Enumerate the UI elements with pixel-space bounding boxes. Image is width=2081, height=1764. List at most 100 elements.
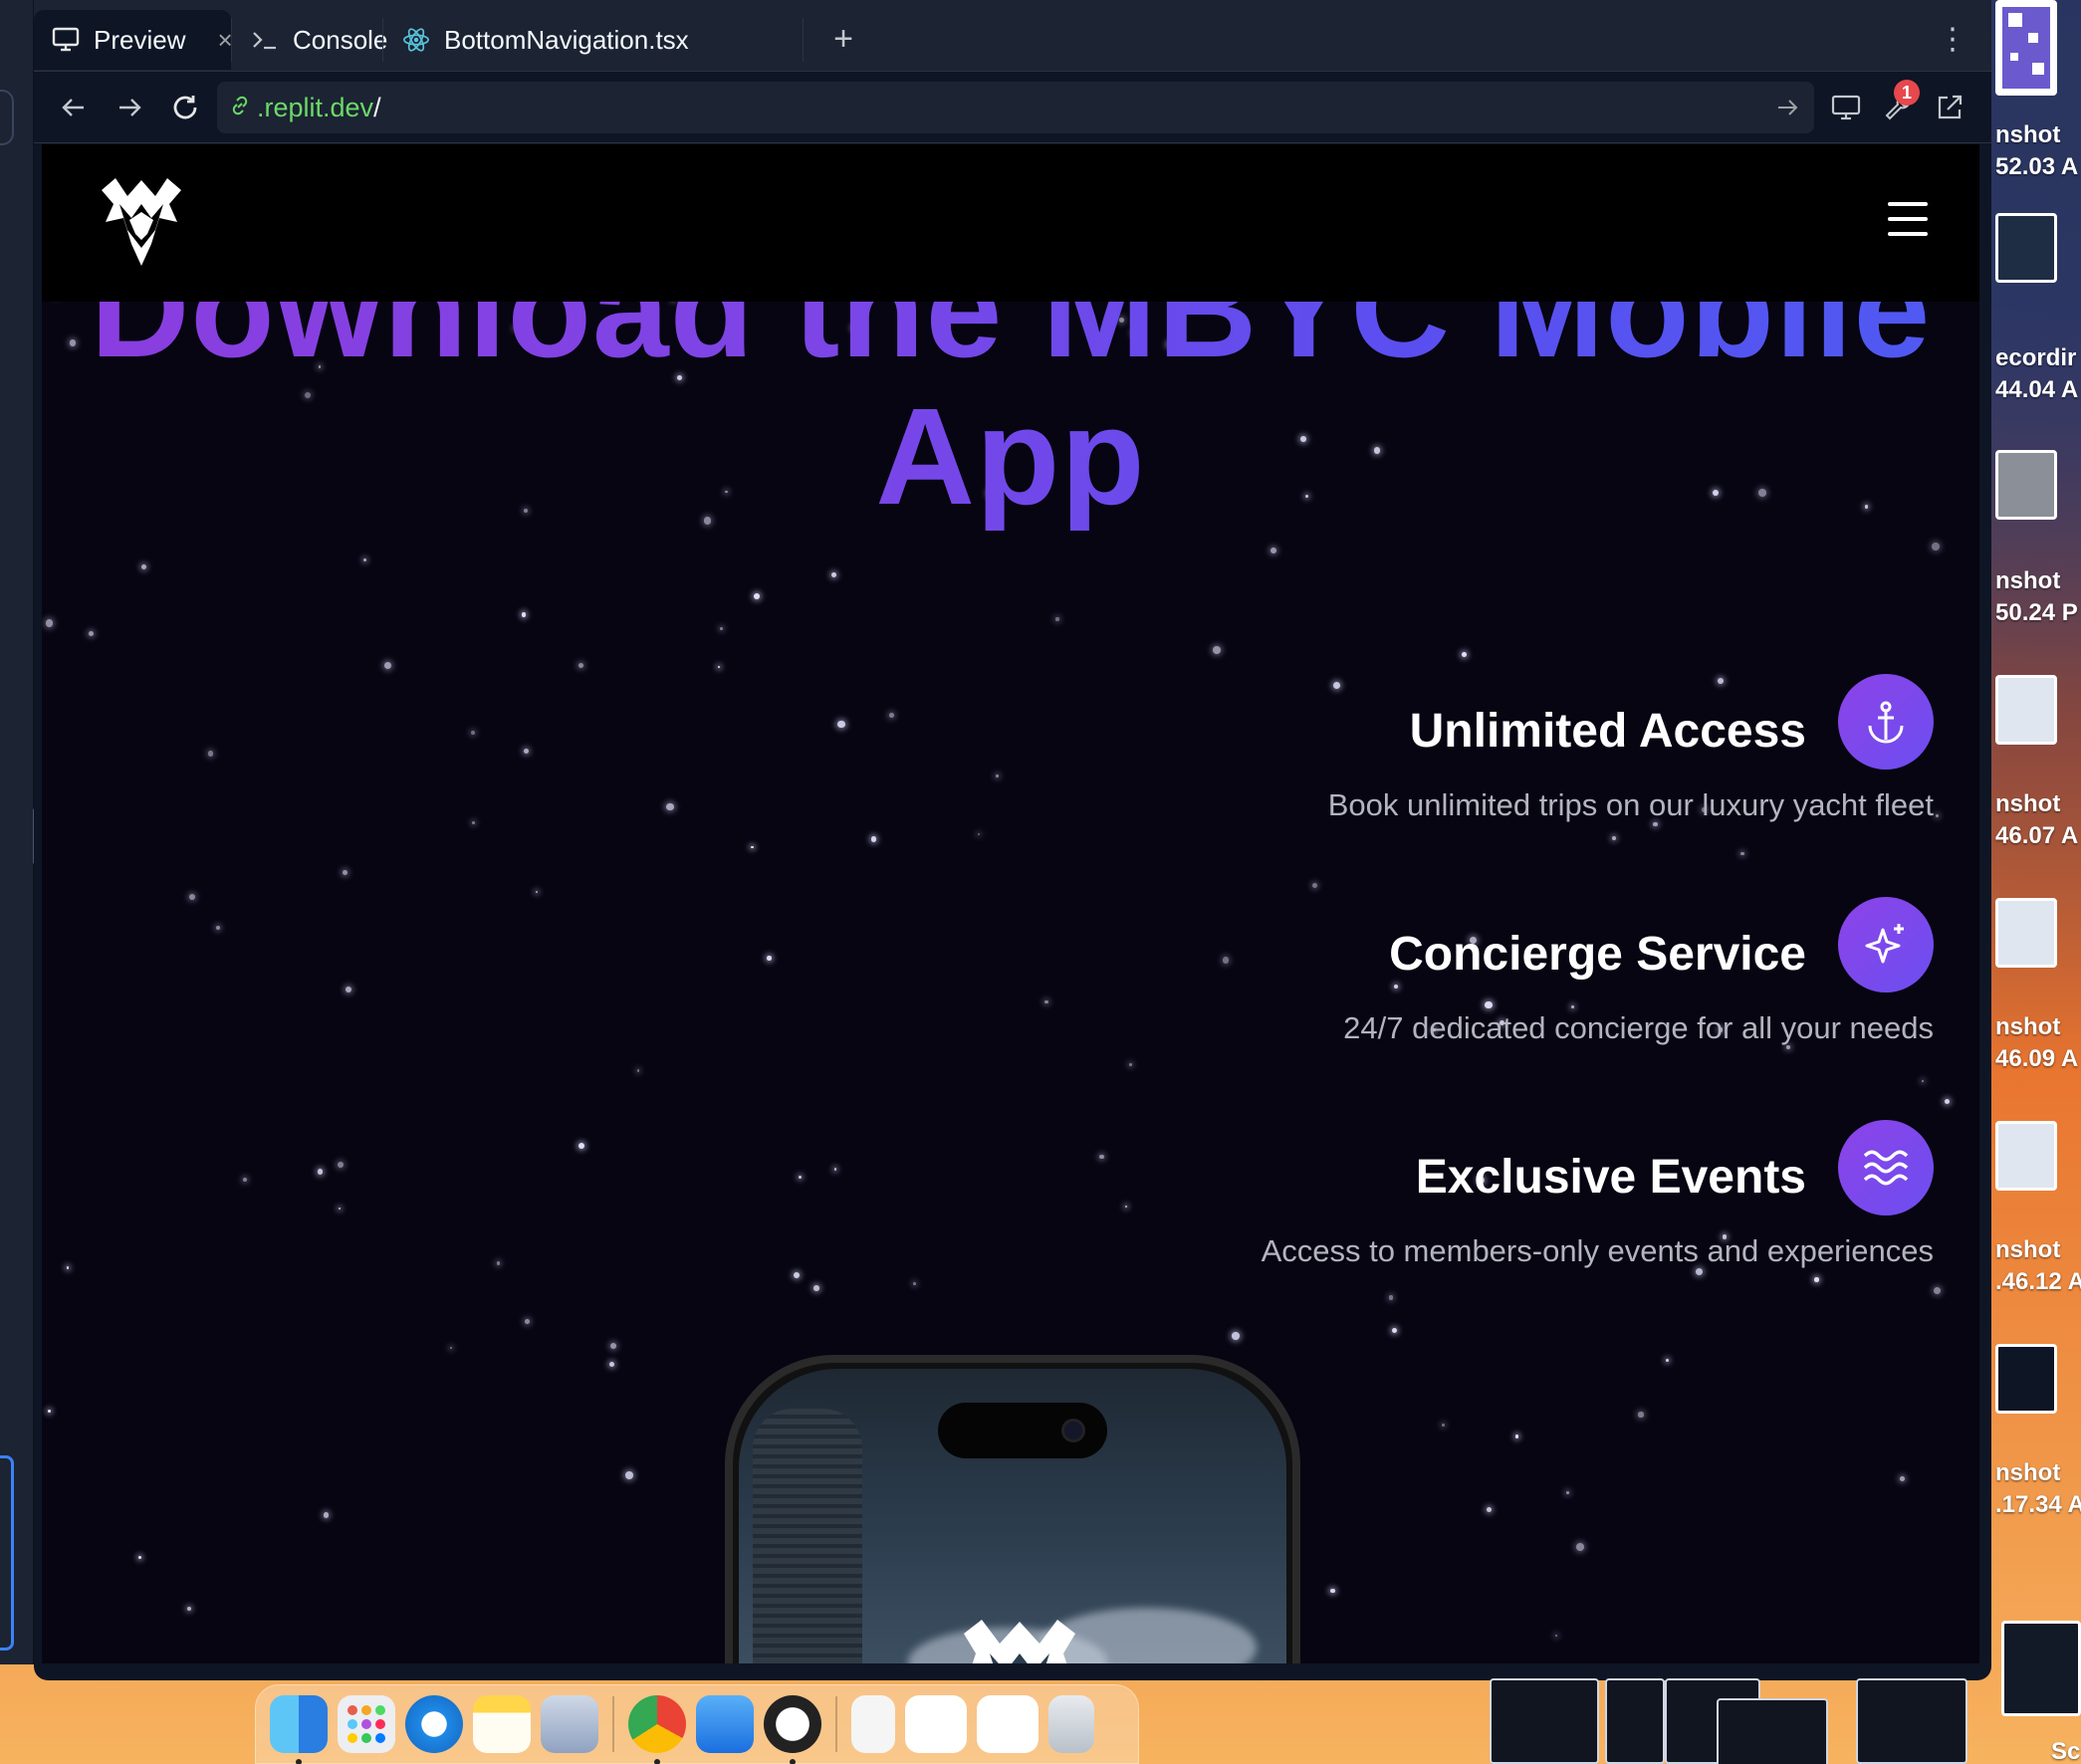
space-thumbnail[interactable] (1717, 1698, 1828, 1764)
star (1900, 1475, 1906, 1481)
external-link-icon (1938, 95, 1963, 119)
star (636, 1069, 639, 1072)
star (1934, 1287, 1941, 1295)
refresh-icon (173, 96, 197, 119)
more-options-button[interactable]: ⋮ (1938, 14, 1967, 64)
dock (255, 1684, 1139, 1764)
star (1270, 547, 1276, 553)
screenshot-thumbnail[interactable] (1995, 1121, 2057, 1191)
monitor-icon (52, 26, 80, 54)
back-button[interactable] (52, 86, 96, 129)
star (833, 1168, 836, 1171)
open-new-window-button[interactable] (1928, 86, 1971, 129)
features-list: Unlimited Access Book unlimited trips on… (1038, 674, 1934, 1343)
selected-panel-edge (0, 1455, 14, 1651)
star (1554, 1634, 1557, 1638)
star (996, 774, 999, 777)
star (535, 890, 538, 894)
file-label[interactable]: nshot .17.34 A (1995, 1457, 2081, 1521)
finder-icon[interactable] (270, 1695, 328, 1764)
go-arrow-icon[interactable] (1776, 94, 1798, 124)
star (624, 1471, 633, 1479)
file-label[interactable]: nshot 52.03 A (1995, 119, 2078, 183)
background-window[interactable] (0, 0, 37, 1664)
star (1666, 1359, 1669, 1363)
new-tab-button[interactable]: + (818, 14, 868, 64)
forward-button[interactable] (108, 86, 151, 129)
star (215, 925, 220, 930)
star (343, 870, 347, 875)
phone-mockup (725, 1355, 1300, 1663)
star (523, 749, 529, 754)
tab-bar: Preview × Console BottomNavigation.tsx +… (34, 0, 1991, 72)
desktop-icons: nshot 52.03 A ecordir 44.04 A nshot 50.24 P… (1991, 0, 2081, 1764)
star (323, 1512, 330, 1518)
reload-button[interactable] (163, 86, 207, 129)
screenshot-thumbnail[interactable] (1995, 213, 2057, 283)
anchor-icon (1838, 674, 1934, 770)
instruments-icon[interactable] (764, 1695, 821, 1764)
star (754, 593, 761, 599)
tab-bottomnavigation[interactable]: BottomNavigation.tsx (384, 10, 803, 70)
link-icon (229, 93, 251, 123)
star (47, 1409, 51, 1413)
file-label[interactable]: nshot 46.07 A (1995, 788, 2078, 852)
sparkles-icon (1838, 897, 1934, 992)
dock-divider (612, 1696, 614, 1752)
file-label[interactable]: nshot .46.12 A (1995, 1234, 2081, 1298)
screenshot-thumbnail[interactable] (1995, 898, 2057, 968)
star (830, 571, 837, 578)
notification-badge: 1 (1894, 80, 1920, 106)
document-icon[interactable] (851, 1695, 895, 1753)
screenshot-thumbnail[interactable] (2001, 1621, 2081, 1716)
phone-screen (739, 1369, 1286, 1663)
file-label[interactable]: nshot 50.24 P (1995, 565, 2078, 629)
star (1514, 1434, 1519, 1438)
file-label[interactable]: Sc (2051, 1736, 2080, 1764)
dynamic-island (938, 1403, 1107, 1458)
chrome-icon[interactable] (628, 1695, 686, 1764)
star (1936, 813, 1940, 817)
arrow-right-icon (119, 99, 141, 116)
space-thumbnail[interactable] (1856, 1678, 1967, 1764)
safari-icon[interactable] (405, 1695, 463, 1753)
space-thumbnail[interactable] (1490, 1678, 1599, 1764)
hamburger-menu-icon[interactable] (1888, 202, 1928, 236)
star (609, 1342, 616, 1349)
feature-title: Concierge Service (1389, 928, 1806, 981)
screenshot-thumbnail[interactable] (1995, 450, 2057, 520)
device-preview-button[interactable] (1824, 86, 1868, 129)
preview-icon[interactable] (541, 1695, 598, 1753)
star (472, 821, 475, 824)
star (521, 612, 527, 617)
star (345, 987, 351, 993)
space-thumbnail[interactable] (1605, 1678, 1665, 1764)
star (207, 751, 214, 757)
screenshot-thumbnail[interactable] (1995, 1344, 2057, 1414)
terminal-icon (251, 26, 279, 54)
tab-divider (382, 18, 383, 62)
star (317, 1169, 324, 1175)
file-label[interactable]: ecordir 44.04 A (1995, 342, 2078, 406)
star (449, 1346, 453, 1350)
desktop-icon (1831, 95, 1861, 120)
url-input[interactable]: .replit.dev/ (217, 82, 1814, 133)
arrow-left-icon (62, 99, 84, 116)
file-label[interactable]: nshot 46.09 A (1995, 1011, 2078, 1075)
launchpad-icon[interactable] (338, 1695, 395, 1753)
trash-icon[interactable] (1048, 1695, 1094, 1753)
feature-title: Unlimited Access (1409, 705, 1806, 758)
notes-icon[interactable] (473, 1695, 531, 1753)
tab-console[interactable]: Console (233, 10, 387, 70)
tab-preview[interactable]: Preview × (34, 10, 233, 70)
mbyc-logo[interactable] (98, 174, 185, 272)
star (1330, 1588, 1335, 1594)
screenshot-thumbnail[interactable] (1995, 675, 2057, 745)
chrome-window-icon[interactable] (905, 1695, 967, 1753)
chrome-window-icon[interactable] (977, 1695, 1039, 1753)
star (88, 630, 94, 636)
star (1055, 617, 1059, 621)
qr-code-file[interactable] (1995, 0, 2057, 96)
mail-icon[interactable] (696, 1695, 754, 1753)
star (888, 713, 894, 718)
